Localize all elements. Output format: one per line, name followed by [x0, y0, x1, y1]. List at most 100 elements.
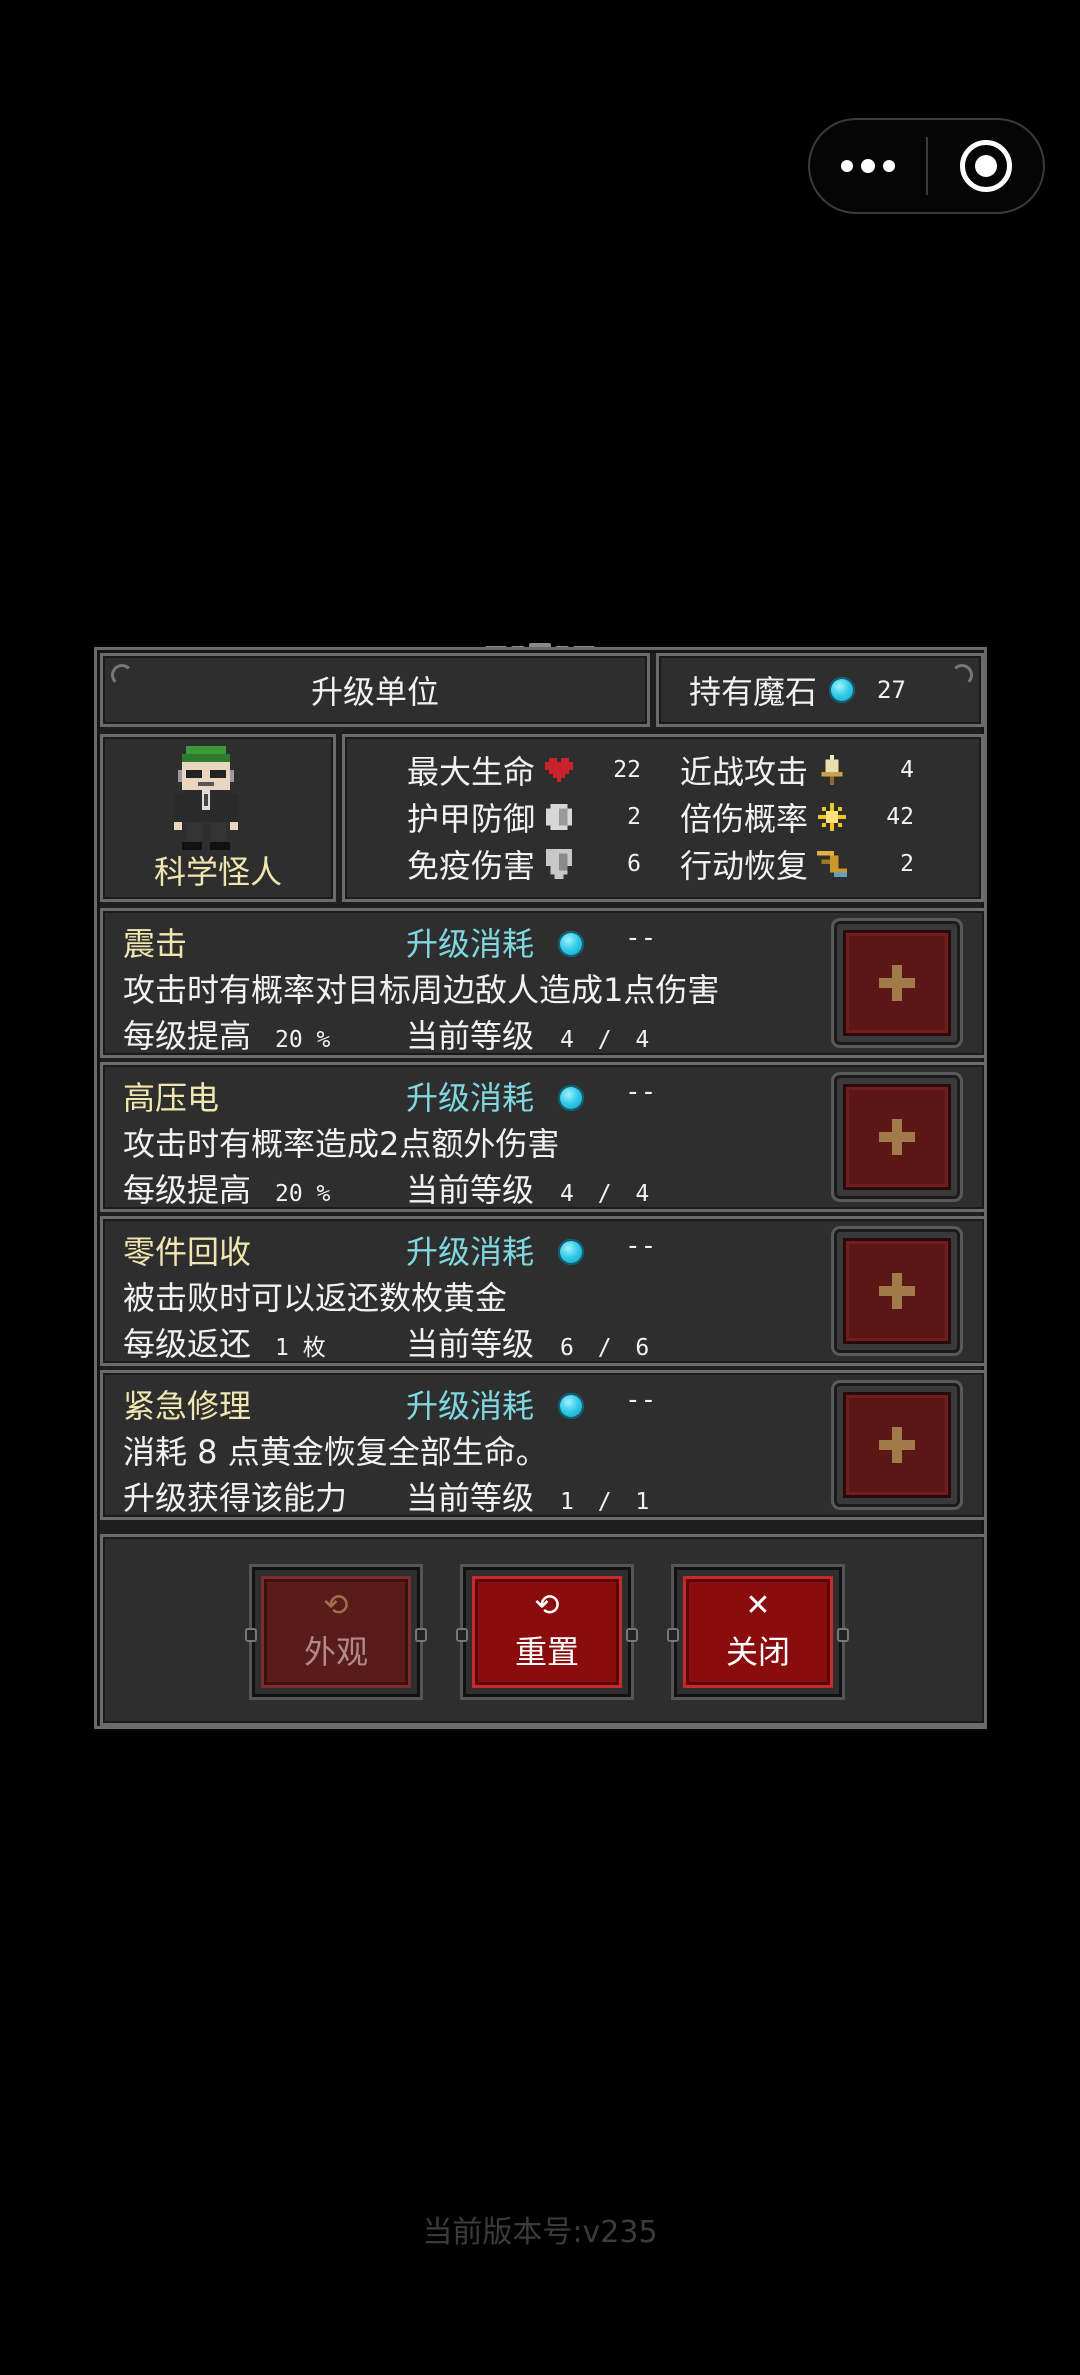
level-label: 当前等级	[406, 1017, 535, 1055]
per-level-value: 1 枚	[275, 1335, 326, 1361]
stat-label: 护甲防御	[407, 800, 536, 838]
level-label: 当前等级	[406, 1171, 535, 1209]
skill-per-level: 每级提高 20 %	[123, 1011, 330, 1057]
unit-stats-box: 最大生命 22 近战攻击 4 护甲防御 2 倍伤概率 42 免疫伤害 6 行动恢…	[342, 734, 984, 902]
stat-label: 近战攻击	[680, 753, 809, 791]
header-title-box: 升级单位	[100, 653, 650, 727]
frankenstein-avatar	[174, 746, 238, 850]
plus-icon	[879, 1273, 915, 1309]
shield-icon	[539, 849, 579, 879]
skill-per-level: 每级提高 20 %	[123, 1165, 330, 1211]
gem-icon	[558, 1085, 584, 1111]
sword-icon	[812, 755, 852, 785]
skill-cost-label: 升级消耗	[406, 1079, 535, 1117]
skill-cost-value: --	[625, 1077, 657, 1107]
skill-cost-value: --	[625, 923, 657, 953]
upgrade-plus-button[interactable]	[834, 921, 960, 1045]
gem-label: 持有魔石	[689, 673, 818, 711]
armor-icon	[539, 804, 579, 830]
skill-level: 当前等级 6 / 6	[406, 1319, 649, 1365]
skill-cost-value: --	[625, 1385, 657, 1415]
upgrade-panel: 升级单位 持有魔石 27 科学怪人 最大生命 22 近战攻击 4 护甲防御 2 …	[94, 647, 987, 1729]
skill-per-level: 每级返还 1 枚	[123, 1319, 326, 1365]
per-level-label: 升级获得该能力	[123, 1479, 348, 1517]
upgrade-plus-button[interactable]	[834, 1075, 960, 1199]
unit-portrait-box: 科学怪人	[100, 734, 336, 902]
close-icon: ✕	[745, 1588, 771, 1623]
skill-cost-label: 升级消耗	[406, 925, 535, 963]
burst-icon	[812, 803, 852, 831]
stat-value: 42	[886, 804, 914, 830]
gem-icon	[558, 931, 584, 957]
skill-description: 被击败时可以返还数枚黄金	[123, 1279, 508, 1317]
refresh-icon: ⟲	[323, 1588, 349, 1623]
gem-count: 27	[877, 676, 906, 704]
stat-max-hp: 最大生命 22	[407, 748, 641, 792]
stat-value: 2	[627, 804, 641, 830]
gem-icon	[558, 1239, 584, 1265]
level-value: 4 / 4	[560, 1181, 650, 1207]
level-value: 1 / 1	[560, 1489, 650, 1515]
plus-icon	[879, 965, 915, 1001]
skill-description: 消耗 8 点黄金恢复全部生命。	[123, 1433, 548, 1471]
skill-name: 震击	[123, 925, 188, 963]
stat-label: 行动恢复	[680, 847, 809, 885]
skill-level: 当前等级 1 / 1	[406, 1473, 649, 1519]
per-level-value: 20 %	[275, 1027, 331, 1053]
appearance-button[interactable]: ⟲ 外观	[245, 1567, 427, 1697]
stat-crit-chance: 倍伤概率 42	[680, 795, 914, 839]
corner-ornament	[111, 664, 133, 686]
stat-value: 2	[900, 851, 914, 877]
target-circle-icon[interactable]	[928, 120, 1043, 212]
stat-label: 最大生命	[407, 753, 536, 791]
unit-name: 科学怪人	[153, 853, 282, 891]
level-label: 当前等级	[406, 1325, 535, 1363]
skill-name: 高压电	[123, 1079, 220, 1117]
reset-label: 重置	[514, 1633, 579, 1671]
gem-icon	[558, 1393, 584, 1419]
per-level-label: 每级提高	[123, 1017, 252, 1055]
skill-level: 当前等级 4 / 4	[406, 1165, 649, 1211]
level-value: 6 / 6	[560, 1335, 650, 1361]
gem-count-box: 持有魔石 27	[656, 653, 984, 727]
heart-icon	[539, 757, 579, 783]
skill-card: 高压电 升级消耗 -- 攻击时有概率造成2点额外伤害 每级提高 20 % 当前等级…	[100, 1062, 987, 1212]
upgrade-plus-button[interactable]	[834, 1229, 960, 1353]
action-bar: ⟲ 外观 ⟲ 重置 ✕ 关闭	[100, 1534, 987, 1726]
level-value: 4 / 4	[560, 1027, 650, 1053]
stat-value: 4	[900, 757, 914, 783]
stat-label: 倍伤概率	[680, 800, 809, 838]
gem-icon	[829, 677, 856, 703]
panel-title: 升级单位	[310, 673, 439, 711]
close-button[interactable]: ✕ 关闭	[667, 1567, 849, 1697]
stat-melee-attack: 近战攻击 4	[680, 748, 914, 792]
refresh-icon: ⟲	[534, 1588, 560, 1623]
miniprogram-capsule	[808, 118, 1045, 214]
stat-value: 22	[613, 757, 641, 783]
per-level-label: 每级返还	[123, 1325, 252, 1363]
per-level-value: 20 %	[275, 1181, 331, 1207]
skill-card: 震击 升级消耗 -- 攻击时有概率对目标周边敌人造成1点伤害 每级提高 20 % …	[100, 908, 987, 1058]
appearance-label: 外观	[303, 1633, 368, 1671]
skill-name: 零件回收	[123, 1233, 252, 1271]
version-text: 当前版本号:v235	[422, 2215, 658, 2250]
skill-level: 当前等级 4 / 4	[406, 1011, 649, 1057]
skill-cost-value: --	[625, 1231, 657, 1261]
stat-armor: 护甲防御 2	[407, 795, 641, 839]
more-dots-icon[interactable]	[810, 120, 926, 212]
stat-immune-damage: 免疫伤害 6	[407, 842, 641, 886]
reset-button[interactable]: ⟲ 重置	[456, 1567, 638, 1697]
skill-description: 攻击时有概率造成2点额外伤害	[123, 1125, 560, 1163]
skill-cost-label: 升级消耗	[406, 1233, 535, 1271]
plus-icon	[879, 1119, 915, 1155]
upgrade-plus-button[interactable]	[834, 1383, 960, 1507]
plus-icon	[879, 1427, 915, 1463]
skill-card: 紧急修理 升级消耗 -- 消耗 8 点黄金恢复全部生命。 升级获得该能力 当前等…	[100, 1370, 987, 1520]
skill-name: 紧急修理	[123, 1387, 252, 1425]
per-level-label: 每级提高	[123, 1171, 252, 1209]
skill-per-level: 升级获得该能力	[123, 1473, 371, 1519]
close-label: 关闭	[725, 1633, 790, 1671]
skill-description: 攻击时有概率对目标周边敌人造成1点伤害	[123, 971, 720, 1009]
level-label: 当前等级	[406, 1479, 535, 1517]
corner-ornament	[951, 664, 973, 686]
